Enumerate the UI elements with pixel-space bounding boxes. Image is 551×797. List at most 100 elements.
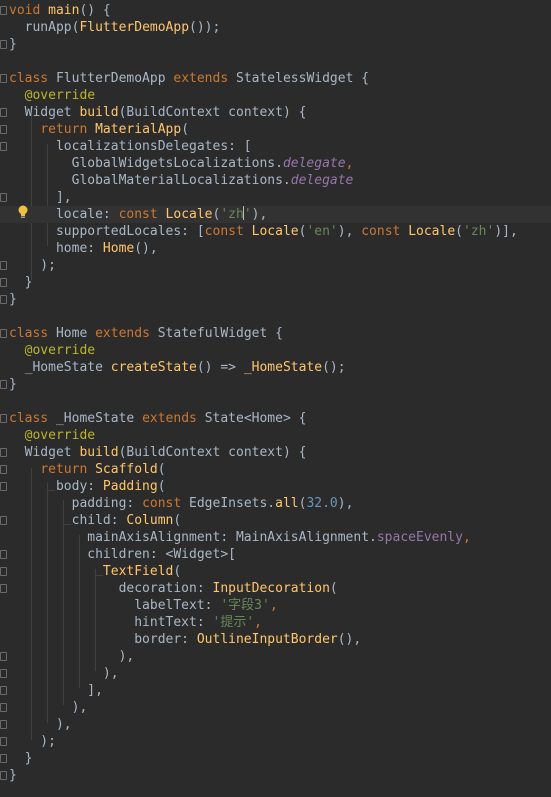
code-line[interactable]: localizationsDelegates: [ <box>0 138 551 155</box>
code-line[interactable]: @override <box>0 427 551 444</box>
fold-marker-icon[interactable] <box>0 567 7 576</box>
code-text: labelText: '字段3', <box>9 597 277 614</box>
code-text: @override <box>9 342 95 359</box>
code-line[interactable]: } <box>0 750 551 767</box>
code-token: FlutterDemoApp <box>55 71 174 86</box>
code-line[interactable]: class FlutterDemoApp extends StatelessWi… <box>0 70 551 87</box>
fold-marker-icon[interactable] <box>0 295 7 304</box>
fold-marker-icon[interactable] <box>0 737 7 746</box>
fold-marker-icon[interactable] <box>0 414 7 423</box>
fold-marker-icon[interactable] <box>0 448 7 457</box>
code-line[interactable]: supportedLocales: [const Locale('en'), c… <box>0 223 551 240</box>
code-line[interactable]: ); <box>0 257 551 274</box>
code-token: (), <box>337 632 362 647</box>
code-line[interactable]: labelText: '字段3', <box>0 597 551 614</box>
fold-marker-icon[interactable] <box>0 278 7 287</box>
code-line[interactable]: _HomeState createState() => _HomeState()… <box>0 359 551 376</box>
code-line[interactable]: @override <box>0 87 551 104</box>
code-line[interactable]: } <box>0 274 551 291</box>
fold-marker-icon[interactable] <box>0 720 7 729</box>
code-text: padding: const EdgeInsets.all(32.0), <box>9 495 354 512</box>
code-text: void main() { <box>9 2 111 19</box>
code-token: 'zh' <box>463 224 495 239</box>
code-line[interactable]: void main() { <box>0 2 551 19</box>
code-token: ( <box>181 122 190 137</box>
code-line[interactable]: padding: const EdgeInsets.all(32.0), <box>0 495 551 512</box>
code-line[interactable]: Widget build(BuildContext context) { <box>0 444 551 461</box>
fold-marker-icon[interactable] <box>0 482 7 491</box>
code-editor[interactable]: void main() { runApp(FlutterDemoApp());}… <box>0 0 551 797</box>
code-line[interactable]: home: Home(), <box>0 240 551 257</box>
code-line[interactable] <box>0 393 551 410</box>
code-line[interactable]: Widget build(BuildContext context) { <box>0 104 551 121</box>
code-line[interactable]: } <box>0 36 551 53</box>
code-line[interactable]: runApp(FlutterDemoApp()); <box>0 19 551 36</box>
code-line[interactable]: decoration: InputDecoration( <box>0 580 551 597</box>
fold-marker-icon[interactable] <box>0 74 7 83</box>
code-line[interactable]: ); <box>0 733 551 750</box>
code-line[interactable] <box>0 53 551 70</box>
code-text: class _HomeState extends State<Home> { <box>9 410 306 427</box>
fold-marker-icon[interactable] <box>0 550 7 559</box>
code-line[interactable]: @override <box>0 342 551 359</box>
fold-marker-icon[interactable] <box>0 125 7 134</box>
fold-marker-icon[interactable] <box>0 516 7 525</box>
code-line[interactable]: GlobalMaterialLocalizations.delegate <box>0 172 551 189</box>
fold-marker-icon[interactable] <box>0 193 7 202</box>
code-line[interactable]: return Scaffold( <box>0 461 551 478</box>
code-token: ], <box>9 190 72 205</box>
code-text: GlobalWidgetsLocalizations.delegate, <box>9 155 354 172</box>
fold-marker-icon[interactable] <box>0 380 7 389</box>
fold-marker-icon[interactable] <box>0 686 7 695</box>
fold-marker-icon[interactable] <box>0 142 7 151</box>
fold-marker-icon[interactable] <box>0 261 7 270</box>
code-token: ), <box>251 207 268 222</box>
code-line[interactable]: ], <box>0 189 551 206</box>
fold-marker-icon[interactable] <box>0 652 7 661</box>
code-line[interactable]: ), <box>0 699 551 716</box>
fold-marker-icon[interactable] <box>0 465 7 474</box>
code-token: 32.0 <box>306 496 338 511</box>
code-token: padding: <box>9 496 143 511</box>
code-line[interactable]: body: Padding( <box>0 478 551 495</box>
code-line[interactable]: mainAxisAlignment: MainAxisAlignment.spa… <box>0 529 551 546</box>
code-line[interactable]: } <box>0 767 551 784</box>
code-line[interactable] <box>0 308 551 325</box>
fold-marker-icon[interactable] <box>0 703 7 712</box>
code-token: ( <box>329 581 338 596</box>
code-token: createState <box>110 360 197 375</box>
code-line[interactable]: hintText: '提示', <box>0 614 551 631</box>
fold-marker-icon[interactable] <box>0 329 7 338</box>
code-line[interactable]: TextField( <box>0 563 551 580</box>
fold-marker-icon[interactable] <box>0 6 7 15</box>
code-line[interactable]: children: <Widget>[ <box>0 546 551 563</box>
code-line[interactable]: ), <box>0 716 551 733</box>
code-text: } <box>9 291 17 308</box>
fold-marker-icon[interactable] <box>0 754 7 763</box>
code-token: TextField <box>102 564 174 579</box>
code-line[interactable]: return MaterialApp( <box>0 121 551 138</box>
fold-marker-icon[interactable] <box>0 108 7 117</box>
code-line[interactable]: } <box>0 376 551 393</box>
code-line[interactable]: GlobalWidgetsLocalizations.delegate, <box>0 155 551 172</box>
code-token: return <box>40 122 96 137</box>
code-text: border: OutlineInputBorder(), <box>9 631 361 648</box>
fold-marker-icon[interactable] <box>0 771 7 780</box>
fold-marker-icon[interactable] <box>0 40 7 49</box>
code-line[interactable]: class Home extends StatefulWidget { <box>0 325 551 342</box>
code-line[interactable]: } <box>0 291 551 308</box>
code-line[interactable]: ), <box>0 648 551 665</box>
code-token: @override <box>9 428 96 443</box>
fold-marker-icon[interactable] <box>0 584 7 593</box>
code-line[interactable]: ), <box>0 665 551 682</box>
code-line[interactable]: ], <box>0 682 551 699</box>
code-token: } <box>9 751 33 766</box>
lightbulb-icon[interactable] <box>17 205 29 219</box>
code-line[interactable]: class _HomeState extends State<Home> { <box>0 410 551 427</box>
code-text: } <box>9 36 17 53</box>
code-line[interactable]: border: OutlineInputBorder(), <box>0 631 551 648</box>
code-line[interactable]: child: Column( <box>0 512 551 529</box>
fold-marker-icon[interactable] <box>0 669 7 678</box>
code-line[interactable]: locale: const Locale('zh'), <box>0 206 551 223</box>
code-token: _HomeState <box>243 360 323 375</box>
